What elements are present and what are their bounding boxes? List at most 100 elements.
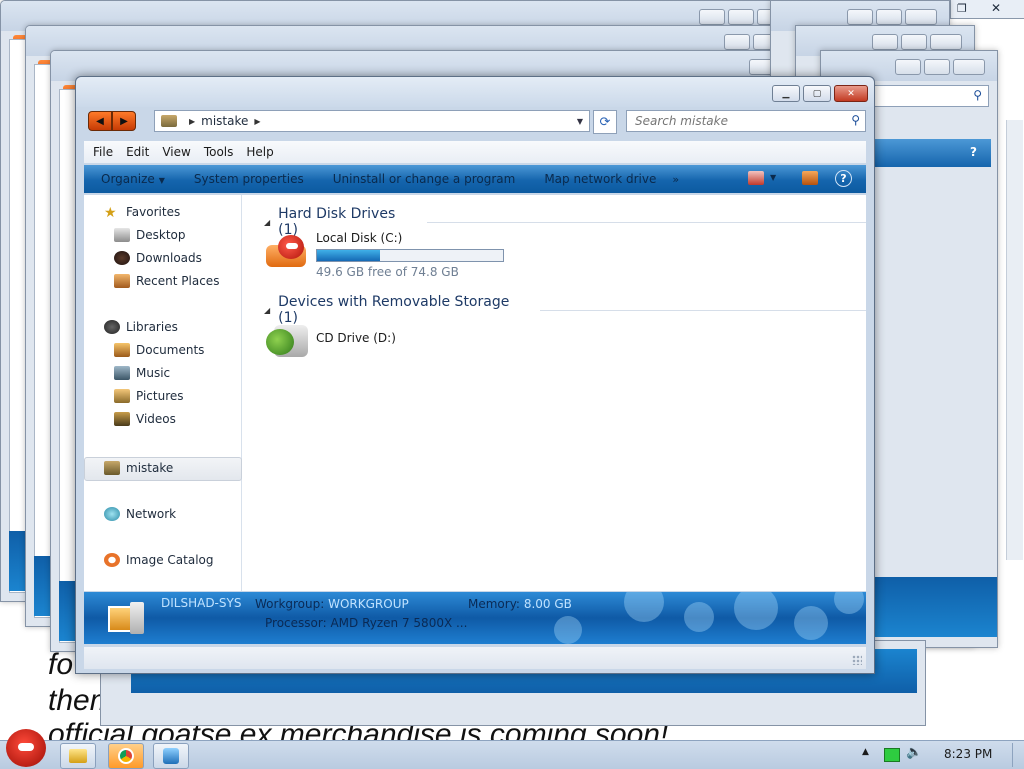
nav-music[interactable]: Music — [114, 366, 170, 380]
nav-documents-label: Documents — [136, 343, 205, 357]
restore-icon[interactable]: ❐ — [957, 2, 967, 15]
minimize-icon[interactable] — [724, 34, 750, 50]
nav-image-catalog-label: Image Catalog — [126, 553, 214, 567]
background-scrollbar[interactable] — [1006, 120, 1023, 560]
search-icon[interactable]: ⚲ — [973, 88, 982, 102]
close-icon[interactable] — [930, 34, 962, 50]
star-icon: ★ — [104, 205, 117, 221]
search-input[interactable] — [633, 111, 837, 131]
search-icon[interactable]: ⚲ — [851, 113, 860, 127]
taskbar-chrome-button[interactable] — [108, 743, 144, 769]
documents-icon — [114, 343, 130, 357]
refresh-button[interactable]: ⟳ — [593, 110, 617, 134]
menu-edit[interactable]: Edit — [126, 145, 149, 159]
background-window-controls: ❐ ✕ — [950, 0, 1024, 19]
forward-button[interactable]: ▶ — [112, 111, 136, 131]
breadcrumb-item[interactable]: mistake — [201, 114, 248, 128]
nav-favorites[interactable]: ★ Favorites — [104, 205, 181, 221]
explorer-window[interactable]: ▁ ▢ ✕ ◀ ▶ ▶ mistake ▶ ▼ ⟳ ⚲ File Edit Vi… — [75, 76, 875, 674]
address-dropdown-icon[interactable]: ▼ — [577, 117, 583, 126]
menu-file[interactable]: File — [93, 145, 113, 159]
menu-view[interactable]: View — [162, 145, 190, 159]
system-properties-button[interactable]: System properties — [194, 172, 304, 186]
folder-icon — [69, 749, 87, 763]
nav-libraries[interactable]: Libraries — [104, 320, 178, 334]
menu-help[interactable]: Help — [246, 145, 273, 159]
organize-button[interactable]: Organize ▼ — [101, 172, 165, 186]
maximize-icon[interactable] — [728, 9, 754, 25]
computer-name: DILSHAD-SYS — [161, 596, 241, 610]
nav-network[interactable]: Network — [104, 507, 176, 521]
navigation-pane: ★ Favorites Desktop Downloads Recent Pla… — [84, 195, 242, 591]
maximize-icon[interactable] — [901, 34, 927, 50]
window-titlebar[interactable] — [76, 77, 874, 107]
drive-cd[interactable]: CD Drive (D:) — [264, 319, 396, 359]
memory-value: 8.00 GB — [523, 597, 572, 611]
network-status-icon[interactable] — [884, 748, 900, 762]
drive-local-disk-free: 49.6 GB free of 74.8 GB — [316, 265, 459, 279]
minimize-icon[interactable] — [895, 59, 921, 75]
show-hidden-icons-icon[interactable]: ▲ — [862, 747, 869, 757]
nav-computer[interactable]: mistake — [104, 461, 173, 475]
taskbar-explorer-button[interactable] — [60, 743, 96, 769]
computer-icon — [104, 461, 120, 475]
toolbar-overflow-button[interactable]: » — [672, 173, 679, 186]
minimize-icon[interactable] — [847, 9, 873, 25]
back-button[interactable]: ◀ — [88, 111, 112, 131]
close-icon[interactable] — [953, 59, 985, 75]
maximize-icon[interactable] — [876, 9, 902, 25]
navigation-arrows: ◀ ▶ — [88, 111, 136, 131]
nav-pictures[interactable]: Pictures — [114, 389, 184, 403]
nav-music-label: Music — [136, 366, 171, 380]
chrome-icon — [118, 748, 134, 764]
nav-image-catalog[interactable]: Image Catalog — [104, 553, 213, 567]
command-bar: Organize ▼ System properties Uninstall or… — [84, 165, 866, 193]
minimize-button[interactable]: ▁ — [772, 85, 800, 102]
nav-desktop-label: Desktop — [136, 228, 186, 242]
nav-recent-places[interactable]: Recent Places — [114, 274, 219, 288]
close-icon[interactable]: ✕ — [991, 1, 1001, 15]
window-controls: ▁ ▢ ✕ — [772, 85, 868, 102]
collapse-arrow-icon[interactable]: ◢ — [264, 218, 270, 227]
nav-downloads[interactable]: Downloads — [114, 251, 202, 265]
search-box[interactable]: ⚲ — [626, 110, 866, 132]
workgroup-value: WORKGROUP — [328, 597, 409, 611]
menu-bar: File Edit View Tools Help — [84, 141, 866, 163]
nav-computer-label: mistake — [126, 461, 174, 475]
address-bar[interactable]: ▶ mistake ▶ ▼ — [154, 110, 590, 132]
organize-label: Organize — [101, 172, 155, 186]
breadcrumb-separator-icon[interactable]: ▶ — [189, 117, 195, 126]
view-dropdown-icon[interactable]: ▼ — [770, 173, 776, 182]
collapse-arrow-icon[interactable]: ◢ — [264, 306, 270, 315]
disk-usage-bar — [316, 249, 504, 262]
map-network-drive-button[interactable]: Map network drive — [544, 172, 656, 186]
close-icon: ✕ — [847, 88, 855, 99]
help-icon[interactable]: ? — [970, 145, 977, 159]
view-options-icon[interactable] — [748, 171, 764, 185]
maximize-button[interactable]: ▢ — [803, 85, 831, 102]
preview-pane-icon[interactable] — [802, 171, 818, 185]
nav-desktop[interactable]: Desktop — [114, 228, 186, 242]
help-icon[interactable]: ? — [835, 170, 852, 187]
close-button[interactable]: ✕ — [834, 85, 868, 102]
start-button[interactable] — [2, 729, 50, 769]
drive-local-disk[interactable]: Local Disk (C:) 49.6 GB free of 74.8 GB — [264, 231, 504, 279]
resize-grip-icon[interactable] — [852, 655, 862, 665]
minimize-icon[interactable] — [699, 9, 725, 25]
taskbar-network-app-button[interactable] — [153, 743, 189, 769]
breadcrumb-chevron-icon[interactable]: ▶ — [254, 117, 260, 126]
menu-tools[interactable]: Tools — [204, 145, 234, 159]
minimize-icon[interactable] — [872, 34, 898, 50]
maximize-icon[interactable] — [924, 59, 950, 75]
uninstall-program-button[interactable]: Uninstall or change a program — [333, 172, 516, 186]
nav-documents[interactable]: Documents — [114, 343, 204, 357]
nav-favorites-label: Favorites — [126, 205, 181, 219]
decor-bubble — [554, 616, 582, 644]
taskbar-clock[interactable]: 8:23 PM — [944, 747, 992, 761]
show-desktop-button[interactable] — [1012, 743, 1023, 767]
taskbar: ▲ 🔈 8:23 PM — [0, 729, 1024, 769]
nav-videos[interactable]: Videos — [114, 412, 176, 426]
videos-icon — [114, 412, 130, 426]
volume-icon[interactable]: 🔈 — [906, 745, 922, 760]
close-icon[interactable] — [905, 9, 937, 25]
